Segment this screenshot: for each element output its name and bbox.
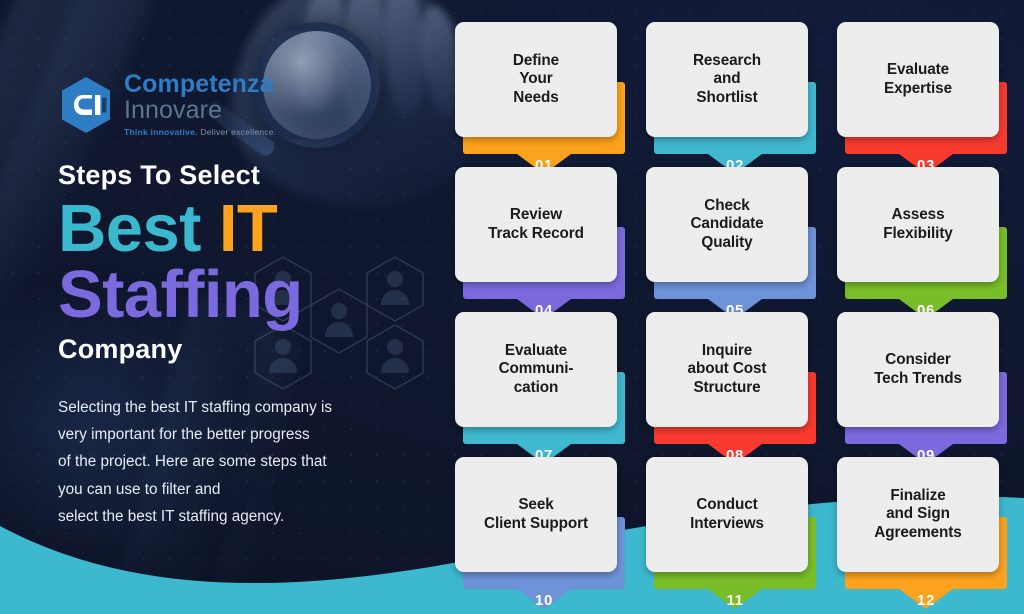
step-card-body[interactable]: Consider Tech Trends xyxy=(837,312,999,427)
step-card-01[interactable]: 01 Define Your Needs xyxy=(455,22,633,174)
step-title-line: Evaluate xyxy=(886,60,950,78)
step-title-line: Structure xyxy=(693,378,761,396)
step-title: Review Track Record xyxy=(488,206,584,243)
step-card-06[interactable]: 06 Assess Flexibility xyxy=(837,167,1015,319)
step-title: Define Your Needs xyxy=(513,52,559,108)
step-title: Evaluate Expertise xyxy=(884,61,952,98)
step-title-line: Finalize xyxy=(890,486,946,504)
headline-subline: Company xyxy=(58,333,183,364)
step-title-line: Shortlist xyxy=(696,88,758,106)
intro-paragraph: Selecting the best IT staffing company i… xyxy=(58,394,458,530)
headline-kicker: Steps To Select xyxy=(58,160,261,190)
headline-main: Best IT Staffing xyxy=(58,195,478,333)
step-title: Consider Tech Trends xyxy=(874,351,962,388)
step-title: Assess Flexibility xyxy=(883,205,953,243)
step-card-body[interactable]: Inquire about Cost Structure xyxy=(646,312,808,427)
headline-word-staffing: Staffing xyxy=(58,257,303,333)
step-card-body[interactable]: Research and Shortlist xyxy=(646,22,808,137)
step-card-08[interactable]: 08 Inquire about Cost Structure xyxy=(646,312,824,464)
step-title: Check Candidate Quality xyxy=(690,197,763,253)
paragraph-line-3: of the project. Here are some steps that xyxy=(58,453,327,471)
step-card-body[interactable]: Review Track Record xyxy=(455,167,617,282)
step-card-07[interactable]: 07 Evaluate Communi-cation xyxy=(455,312,633,464)
step-card-02[interactable]: 02 Research and Shortlist xyxy=(646,22,824,174)
brand-tagline-part1: Think innovative. xyxy=(124,127,198,137)
step-number: 10 xyxy=(535,592,553,609)
step-title-line: Candidate xyxy=(690,215,764,233)
step-title-line: Track Record xyxy=(488,224,584,242)
brand-logo: Competenza Innovare Think innovative. De… xyxy=(59,72,276,139)
brand-tagline-part2: Deliver excellence. xyxy=(200,127,277,137)
step-card-body[interactable]: Assess Flexibility xyxy=(837,167,999,282)
step-title-line: Expertise xyxy=(884,79,952,97)
step-title: Conduct Interviews xyxy=(690,496,764,533)
step-title-line: Evaluate xyxy=(504,341,568,359)
step-title-line: Define xyxy=(512,51,560,69)
step-card-04[interactable]: 04 Review Track Record xyxy=(455,167,633,319)
brand-name-line1: Competenza xyxy=(124,70,274,98)
step-title-line: Consider xyxy=(885,350,951,368)
step-card-03[interactable]: 03 Evaluate Expertise xyxy=(837,22,1015,174)
step-title: Evaluate Communi-cation xyxy=(499,342,574,398)
step-title-line: Check xyxy=(704,196,750,214)
step-title-line: Flexibility xyxy=(883,224,953,242)
step-title-line: and xyxy=(713,70,741,88)
steps-row: 07 Evaluate Communi-cation 08 Inquire about C… xyxy=(455,312,1015,464)
paragraph-line-5: select the best IT staffing agency. xyxy=(58,507,285,525)
steps-row: 04 Review Track Record 05 Check Candidate Qual… xyxy=(455,167,1015,319)
step-card-body[interactable]: Finalize and Sign Agreements xyxy=(837,457,999,572)
step-card-10[interactable]: 10 Seek Client Support xyxy=(455,457,633,609)
step-number: 11 xyxy=(726,592,744,609)
step-number: 12 xyxy=(917,592,935,609)
step-title-line: Review xyxy=(509,205,563,223)
step-title-line: Assess xyxy=(891,205,945,223)
step-title-line: Client Support xyxy=(484,514,588,532)
step-card-body[interactable]: Check Candidate Quality xyxy=(646,167,808,282)
step-card-12[interactable]: 12 Finalize and Sign Agreements xyxy=(837,457,1015,609)
step-title: Inquire about Cost Structure xyxy=(688,342,767,398)
step-title-line: Interviews xyxy=(690,514,764,532)
steps-row: 01 Define Your Needs 02 Research and Shortlist 0… xyxy=(455,22,1015,174)
step-title-line: about Cost xyxy=(687,360,767,378)
headline-block: Steps To Select Best IT Staffing Company xyxy=(58,160,478,365)
paragraph-line-4: you can use to filter and xyxy=(58,480,221,498)
step-title-line: Inquire xyxy=(701,341,753,359)
step-card-body[interactable]: Conduct Interviews xyxy=(646,457,808,572)
step-card-body[interactable]: Seek Client Support xyxy=(455,457,617,572)
paragraph-line-2: very important for the better progress xyxy=(58,426,310,444)
step-title-line: cation xyxy=(513,378,559,396)
step-card-11[interactable]: 11 Conduct Interviews xyxy=(646,457,824,609)
steps-row: 10 Seek Client Support 11 Conduct Interviews 1… xyxy=(455,457,1015,609)
step-title-line: Research xyxy=(692,51,762,69)
step-title-line: Your xyxy=(519,70,553,88)
brand-tagline: Think innovative. Deliver excellence. xyxy=(124,128,276,137)
hexagon-c-logo-icon xyxy=(62,77,110,134)
step-card-body[interactable]: Evaluate Expertise xyxy=(837,22,999,137)
paragraph-line-1: Selecting the best IT staffing company i… xyxy=(58,399,333,416)
step-title: Seek Client Support xyxy=(484,496,588,533)
step-title-line: Quality xyxy=(701,233,753,251)
step-title-line: Communi- xyxy=(498,360,574,378)
step-title-line: Seek xyxy=(518,495,554,513)
step-title: Finalize and Sign Agreements xyxy=(874,486,962,543)
step-title-line: Tech Trends xyxy=(874,369,962,387)
step-title-line: Agreements xyxy=(874,523,962,541)
step-card-09[interactable]: 09 Consider Tech Trends xyxy=(837,312,1015,464)
step-card-body[interactable]: Define Your Needs xyxy=(455,22,617,137)
step-title-line: Needs xyxy=(513,88,559,106)
headline-word-it: IT xyxy=(218,191,278,266)
step-card-05[interactable]: 05 Check Candidate Quality xyxy=(646,167,824,319)
headline-word-best: Best xyxy=(58,191,201,266)
step-card-body[interactable]: Evaluate Communi-cation xyxy=(455,312,617,427)
brand-name-line2: Innovare xyxy=(124,96,223,124)
step-title-line: and Sign xyxy=(886,505,950,523)
steps-grid: 01 Define Your Needs 02 Research and Shortlist 0… xyxy=(455,22,1015,609)
step-title-line: Conduct xyxy=(696,495,758,513)
step-title: Research and Shortlist xyxy=(693,52,761,108)
